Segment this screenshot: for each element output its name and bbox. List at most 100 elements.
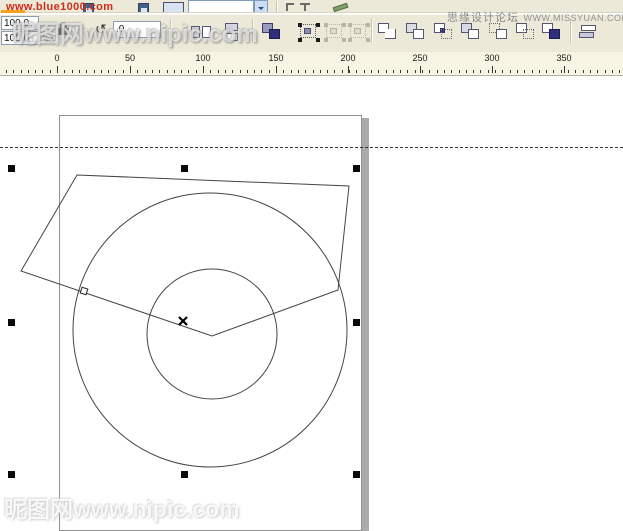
ruler-minor-tick [510,70,511,73]
ruler-minor-tick [502,70,503,73]
ruler-major-tick [492,66,493,73]
ruler-minor-tick [305,70,306,73]
ruler-minor-tick [64,70,65,73]
ruler-minor-tick [320,70,321,73]
ruler-minor-tick [261,70,262,73]
ruler-minor-tick [517,70,518,73]
watermark-missyuan-url: WWW.MISSYUAN.COM [523,13,623,23]
ruler-minor-tick [495,70,496,73]
ruler-minor-tick [437,70,438,73]
ruler-label: 300 [484,53,499,63]
watermark-missyuan-name: 思缘设计论坛 [447,12,519,24]
ruler-minor-tick [575,70,576,73]
ruler-minor-tick [480,70,481,73]
ruler-label: 100 [195,53,210,63]
ruler-minor-tick [393,70,394,73]
ruler-minor-tick [50,70,51,73]
ruler-minor-tick [101,70,102,73]
ruler-minor-tick [152,70,153,73]
ruler-minor-tick [400,70,401,73]
ruler-label: 350 [556,53,571,63]
ruler-minor-tick [590,70,591,73]
selection-handle[interactable] [353,319,360,326]
ungroup-icon[interactable] [324,23,346,42]
ruler-minor-tick [466,70,467,73]
ruler-minor-tick [605,70,606,73]
ruler-major-tick [203,66,204,73]
selection-handle[interactable] [353,471,360,478]
export-icon[interactable] [163,2,184,13]
guideline-dashed[interactable] [0,147,623,148]
ruler-minor-tick [422,70,423,73]
ruler-minor-tick [79,70,80,73]
ruler-minor-tick [451,70,452,73]
ruler-minor-tick [597,70,598,73]
ruler-minor-tick [115,70,116,73]
ruler-minor-tick [218,70,219,73]
ruler-label: 150 [268,53,283,63]
weld-icon[interactable] [377,23,399,42]
selection-handle[interactable] [181,471,188,478]
chevron-down-icon [258,7,264,13]
ruler-minor-tick [524,70,525,73]
ruler-minor-tick [210,70,211,73]
selection-handle[interactable] [8,319,15,326]
ruler-minor-tick [313,70,314,73]
selection-handle[interactable] [8,165,15,172]
ruler-minor-tick [298,70,299,73]
page [59,115,362,531]
ruler-minor-tick [269,70,270,73]
ruler-minor-tick [123,70,124,73]
ruler-label: 250 [412,53,427,63]
trim-icon[interactable] [405,23,427,42]
zoom-level-combobox[interactable] [188,0,254,13]
group-icon[interactable] [298,23,320,42]
ruler-minor-tick [94,70,95,73]
app-window: www.blue1000.com % ↺ [0,0,623,531]
ruler-minor-tick [137,70,138,73]
ruler-label: 0 [54,53,59,63]
ruler-minor-tick [488,70,489,73]
ruler-minor-tick [225,70,226,73]
pen-tool-icon[interactable] [333,3,349,12]
ruler-minor-tick [561,70,562,73]
toolbar-fragment [286,3,312,12]
selection-handle[interactable] [181,165,188,172]
horizontal-ruler[interactable]: 050100150200250300350 [0,52,623,76]
ruler-major-tick [276,66,277,73]
ruler-minor-tick [86,70,87,73]
ruler-major-tick [420,66,421,73]
ruler-major-tick [564,66,565,73]
ruler-minor-tick [364,70,365,73]
ruler-minor-tick [21,70,22,73]
import-icon[interactable] [138,3,149,13]
ruler-minor-tick [327,70,328,73]
ruler-minor-tick [72,70,73,73]
ruler-minor-tick [612,70,613,73]
watermark-missyuan: 思缘设计论坛 WWW.MISSYUAN.COM [447,8,623,26]
selection-handle[interactable] [353,165,360,172]
ruler-minor-tick [145,70,146,73]
ruler-minor-tick [283,70,284,73]
ruler-minor-tick [167,70,168,73]
ruler-minor-tick [240,70,241,73]
ruler-minor-tick [356,70,357,73]
ruler-minor-tick [349,70,350,73]
selection-handle[interactable] [8,471,15,478]
combobox-dropdown-button[interactable] [254,0,268,13]
ruler-minor-tick [334,70,335,73]
ruler-minor-tick [181,70,182,73]
ruler-minor-tick [13,70,14,73]
ruler-minor-tick [108,70,109,73]
page-shadow [362,118,369,531]
ruler-label: 50 [125,53,135,63]
ruler-minor-tick [619,70,620,73]
ruler-minor-tick [42,70,43,73]
ruler-minor-tick [459,70,460,73]
ruler-minor-tick [583,70,584,73]
ruler-minor-tick [35,70,36,73]
ungroup-all-icon[interactable] [348,23,370,42]
ruler-minor-tick [232,70,233,73]
ruler-minor-tick [291,70,292,73]
combine-icon[interactable] [261,23,283,42]
